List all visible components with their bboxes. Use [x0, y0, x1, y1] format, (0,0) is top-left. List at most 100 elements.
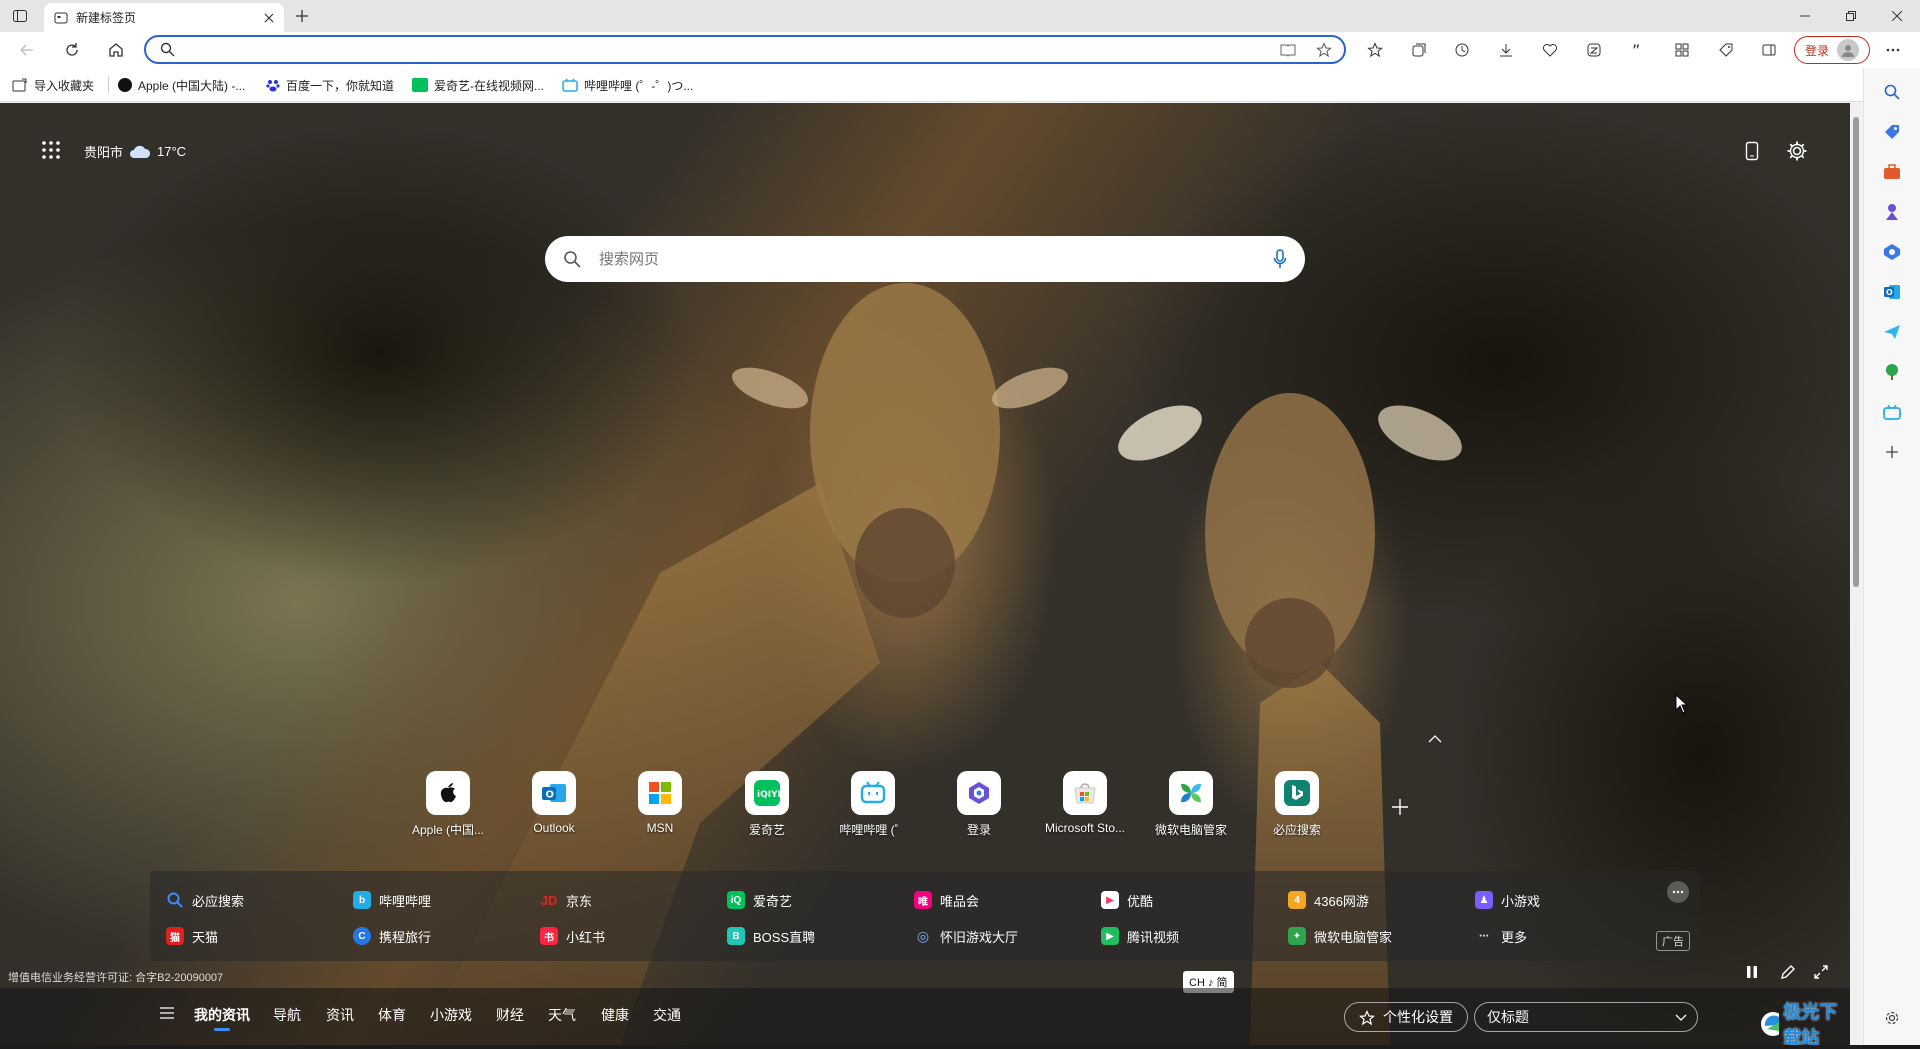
edit-background-icon[interactable]: [1780, 964, 1796, 980]
nav-tab-my-feed[interactable]: 我的资讯: [194, 1005, 250, 1025]
pause-icon[interactable]: [1746, 965, 1758, 979]
new-tab-plus-icon[interactable]: [294, 8, 310, 24]
collapse-chevron-up-icon[interactable]: [1428, 735, 1442, 743]
watermark-text: 极光下载站: [1783, 1002, 1838, 1045]
home-icon[interactable]: [102, 38, 130, 62]
refresh-icon[interactable]: [58, 38, 86, 62]
sidebar-tools-icon[interactable]: [1880, 160, 1904, 184]
links-more-options-icon[interactable]: [1667, 881, 1689, 903]
login-button[interactable]: 登录: [1794, 36, 1870, 64]
link-item[interactable]: B BOSS直聘: [727, 926, 815, 946]
nav-tab[interactable]: 交通: [653, 1005, 681, 1025]
microphone-icon[interactable]: [1273, 249, 1287, 269]
sidebar-tag-icon[interactable]: [1880, 120, 1904, 144]
nav-tab[interactable]: 体育: [378, 1005, 406, 1025]
quick-link-bing[interactable]: 必应搜索: [1247, 771, 1347, 838]
restore-icon[interactable]: [1828, 0, 1874, 32]
link-label: 唯品会: [940, 893, 980, 909]
link-label: 爱奇艺: [753, 893, 793, 909]
bookmark-import[interactable]: 导入收藏夹: [12, 76, 94, 94]
link-item[interactable]: ♟ 小游戏: [1475, 890, 1540, 910]
more-options-icon[interactable]: [1879, 38, 1907, 62]
link-item[interactable]: ▶ 腾讯视频: [1101, 926, 1179, 946]
nav-tab[interactable]: 小游戏: [430, 1005, 472, 1025]
favorites-icon[interactable]: [1361, 38, 1389, 62]
quick-link-iqiyi[interactable]: iQIYI 爱奇艺: [717, 771, 817, 838]
page-scrollbar[interactable]: [1851, 103, 1861, 1045]
sidebar-send-icon[interactable]: [1880, 320, 1904, 344]
link-item[interactable]: b 哔哩哔哩: [353, 890, 431, 910]
link-item[interactable]: ✦ 微软电脑管家: [1288, 926, 1392, 946]
sidebar-settings-icon[interactable]: [1880, 1006, 1904, 1030]
history-icon[interactable]: [1448, 38, 1476, 62]
quick-link-login[interactable]: 登录: [929, 771, 1029, 838]
link-item[interactable]: ◎ 怀旧游戏大厅: [914, 926, 1018, 946]
web-search-box[interactable]: [545, 236, 1305, 282]
sidebar-outlook-icon[interactable]: O: [1880, 280, 1904, 304]
quote-icon[interactable]: ”: [1624, 38, 1652, 62]
link-item[interactable]: C 携程旅行: [353, 926, 431, 946]
immersive-reader-icon[interactable]: [1280, 42, 1296, 58]
sidebar-add-plus-icon[interactable]: [1880, 440, 1904, 464]
sidebar-toggle-icon[interactable]: [1755, 38, 1783, 62]
sidebar-games-icon[interactable]: [1880, 200, 1904, 224]
weather-widget[interactable]: 贵阳市 17°C: [84, 142, 186, 161]
sidebar-search-icon[interactable]: [1880, 80, 1904, 104]
sidebar-copilot-icon[interactable]: [1880, 240, 1904, 264]
nav-tab[interactable]: 天气: [548, 1005, 576, 1025]
link-item[interactable]: 唯唯品会: [914, 890, 979, 910]
minimize-icon[interactable]: [1782, 0, 1828, 32]
sidebar-tree-icon[interactable]: [1880, 360, 1904, 384]
add-shortcut-plus-icon[interactable]: [1391, 798, 1409, 816]
bookmark-iqiyi[interactable]: 爱奇艺-在线视频网...: [412, 76, 544, 94]
link-item[interactable]: 必应搜索: [166, 890, 244, 910]
link-item[interactable]: 书小红书: [540, 926, 605, 946]
close-window-icon[interactable]: [1874, 0, 1920, 32]
quick-link-msn[interactable]: MSN: [610, 771, 710, 835]
recommended-links-panel: 必应搜索 b 哔哩哔哩 JD 京东 iQ 爱奇艺 唯唯品会 ▶ 优酷 4 4366网游 ♟…: [150, 871, 1700, 961]
back-icon[interactable]: [13, 38, 41, 62]
close-tab-icon[interactable]: [264, 13, 274, 23]
quick-link-apple[interactable]: Apple (中国...: [398, 771, 498, 838]
browser-essentials-icon[interactable]: [1536, 38, 1564, 62]
shopping-icon[interactable]: [1712, 38, 1740, 62]
quick-link-outlook[interactable]: O Outlook: [504, 771, 604, 835]
bookmark-baidu[interactable]: 百度一下，你就知道: [266, 76, 394, 94]
layout-select[interactable]: 仅标题: [1474, 1002, 1698, 1032]
add-favorite-icon[interactable]: [1316, 42, 1332, 58]
mobile-icon[interactable]: [1745, 141, 1759, 161]
collections-icon[interactable]: [1405, 38, 1433, 62]
address-bar[interactable]: [144, 35, 1346, 64]
link-item[interactable]: ⋯ 更多: [1475, 926, 1527, 946]
bookmark-bilibili[interactable]: 哔哩哔哩 (゜-゜)つ...: [562, 76, 693, 94]
sidebar-bilibili-icon[interactable]: [1880, 400, 1904, 424]
page-settings-icon[interactable]: [1786, 140, 1808, 162]
link-item[interactable]: iQ 爱奇艺: [727, 890, 792, 910]
link-item[interactable]: 猫天猫: [166, 926, 218, 946]
apps-grid-icon[interactable]: [42, 141, 60, 159]
downloads-icon[interactable]: [1492, 38, 1520, 62]
tab-actions-icon[interactable]: [12, 8, 28, 24]
personalize-button[interactable]: 个性化设置: [1344, 1002, 1468, 1032]
link-item[interactable]: JD 京东: [540, 890, 592, 910]
scrollbar-thumb[interactable]: [1853, 117, 1859, 587]
menu-icon[interactable]: [160, 1007, 174, 1019]
nav-tab[interactable]: 导航: [273, 1005, 301, 1025]
fullscreen-icon[interactable]: [1813, 964, 1829, 980]
nav-tab[interactable]: 资讯: [326, 1005, 354, 1025]
address-input[interactable]: [184, 40, 1264, 60]
quick-link-bilibili[interactable]: 哔哩哔哩 (゜: [823, 771, 923, 838]
quick-link-pc-manager[interactable]: 微软电脑管家: [1141, 771, 1241, 838]
search-input[interactable]: [599, 249, 1219, 269]
tab-new-tab[interactable]: 新建标签页: [44, 3, 284, 32]
nav-tab[interactable]: 财经: [496, 1005, 524, 1025]
link-label: 4366网游: [1314, 893, 1369, 909]
avatar: [1837, 39, 1860, 61]
extensions-icon[interactable]: [1668, 38, 1696, 62]
screenshot-icon[interactable]: [1580, 38, 1608, 62]
nav-tab[interactable]: 健康: [601, 1005, 629, 1025]
bookmark-apple[interactable]: Apple (中国大陆) -...: [118, 76, 245, 94]
link-item[interactable]: ▶ 优酷: [1101, 890, 1153, 910]
quick-link-microsoft-store[interactable]: Microsoft Sto...: [1035, 771, 1135, 835]
link-item[interactable]: 4 4366网游: [1288, 890, 1369, 910]
